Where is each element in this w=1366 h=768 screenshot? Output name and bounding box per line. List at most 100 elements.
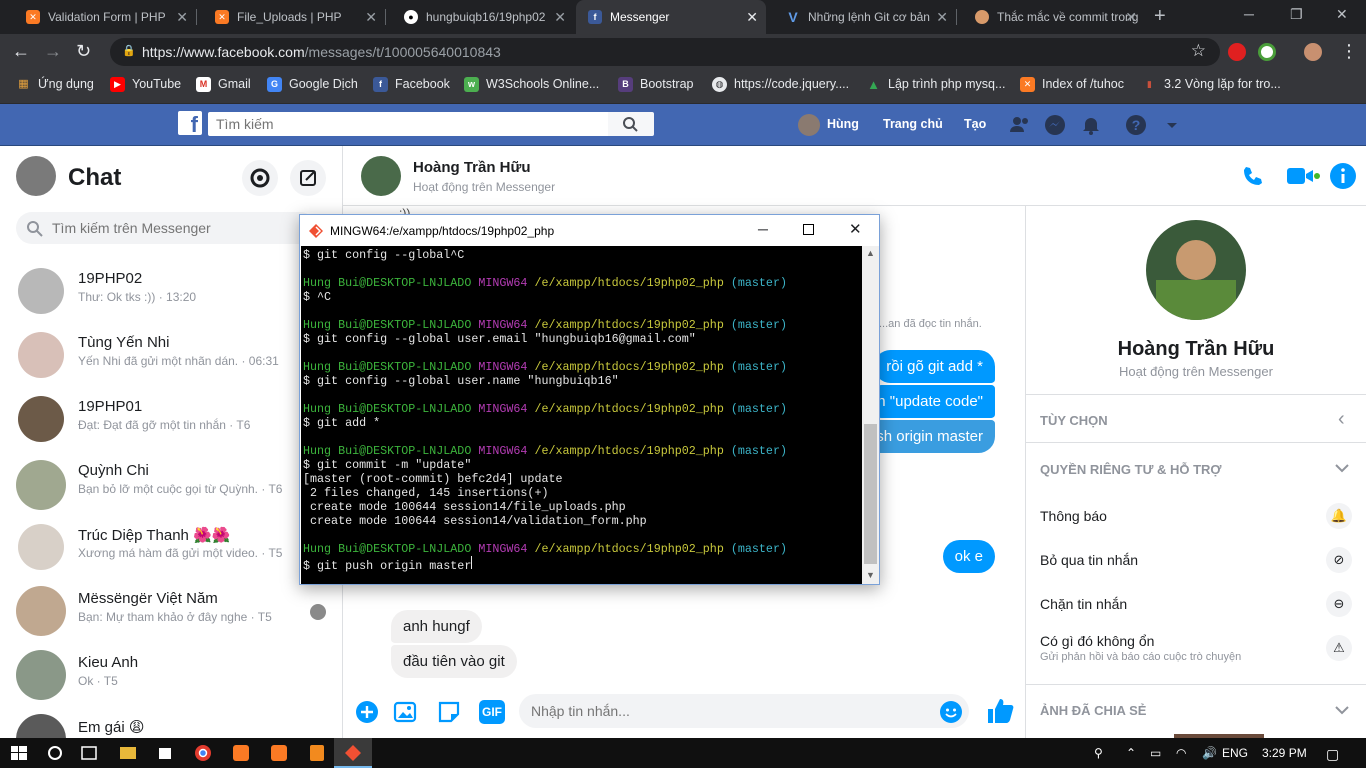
close-tab-icon[interactable]: ✕ — [176, 0, 188, 34]
tab-messenger[interactable]: f Messenger ✕ — [576, 0, 766, 34]
close-tab-icon[interactable]: ✕ — [746, 0, 758, 34]
bookmark-star-icon[interactable]: ☆ — [1191, 41, 1206, 61]
close-window-button[interactable]: ✕ — [849, 220, 862, 238]
bell-icon[interactable]: 🔔 — [1326, 503, 1352, 529]
settings-button[interactable] — [242, 160, 278, 196]
messenger-icon[interactable] — [1043, 113, 1067, 137]
shared-photos-section[interactable]: ẢNH ĐÃ CHIA SẺ — [1040, 703, 1146, 718]
like-icon[interactable] — [985, 696, 1015, 726]
bookmark-for-loop[interactable]: ▮ 3.2 Vòng lặp for tro... — [1142, 70, 1281, 104]
contact-avatar[interactable] — [361, 156, 401, 196]
minimize-window-button[interactable]: ─ — [758, 221, 768, 237]
wifi-icon[interactable]: ◠ — [1176, 746, 1186, 760]
scrollbar[interactable]: ▲ ▼ — [862, 246, 879, 584]
xampp-icon[interactable] — [260, 738, 298, 768]
help-icon[interactable]: ? — [1124, 113, 1148, 137]
outgoing-message[interactable]: sh origin master — [864, 420, 995, 453]
bookmark-php-mysql[interactable]: ▲ Lập trình php mysq... — [866, 70, 1005, 104]
emoji-icon[interactable] — [939, 700, 963, 724]
menu-icon[interactable]: ⋮ — [1340, 41, 1358, 61]
contact-name[interactable]: Hoàng Trần Hữu — [413, 159, 531, 176]
forward-icon[interactable]: → — [44, 41, 62, 61]
notifications-icon[interactable] — [1079, 113, 1103, 137]
sticker-icon[interactable] — [437, 700, 461, 724]
terminal-output[interactable]: $ git config --global^C Hung Bui@DESKTOP… — [301, 246, 862, 584]
notifications-icon[interactable]: ▢ — [1326, 746, 1339, 763]
privacy-section[interactable]: QUYỀN RIÊNG TƯ & HỖ TRỢ — [1040, 462, 1222, 477]
messenger-search-input[interactable] — [16, 212, 316, 244]
avatar[interactable] — [16, 156, 56, 196]
conversation-item[interactable]: Kieu Anh Ok · T5 — [0, 640, 342, 704]
phone-icon[interactable] — [1241, 164, 1265, 188]
tab-file-uploads[interactable]: ✕ File_Uploads | PHP ✕ — [197, 0, 385, 34]
close-window-button[interactable]: ✕ — [1336, 6, 1348, 23]
contact-avatar[interactable] — [1146, 220, 1246, 320]
new-tab-button[interactable]: + — [1154, 6, 1166, 26]
file-explorer-icon[interactable] — [108, 738, 146, 768]
user-avatar[interactable] — [798, 114, 820, 136]
bookmark-google-translate[interactable]: G Google Dịch — [267, 70, 358, 104]
conversation-item[interactable]: Mëssëngër Việt Năm Bạn: Mự tham khảo ở đ… — [0, 576, 342, 640]
photo-icon[interactable] — [393, 700, 417, 724]
profile-link[interactable]: Hùng — [827, 117, 859, 131]
xampp-icon[interactable] — [222, 738, 260, 768]
options-section[interactable]: TÙY CHỌN — [1040, 413, 1108, 428]
facebook-logo[interactable]: f — [178, 111, 202, 135]
add-icon[interactable] — [355, 700, 379, 724]
conversation-item[interactable]: Tùng Yến Nhi Yến Nhi đã gửi một nhãn dán… — [0, 320, 342, 384]
back-icon[interactable]: ← — [12, 41, 30, 61]
address-bar[interactable]: 🔒 https://www.facebook.com/messages/t/10… — [110, 38, 1220, 66]
conversation-item[interactable]: 19PHP01 Đạt: Đạt đã gỡ một tin nhắn · T6 — [0, 384, 342, 448]
tab-validation-form[interactable]: ✕ Validation Form | PHP ✕ — [8, 0, 196, 34]
new-message-button[interactable] — [290, 160, 326, 196]
info-icon[interactable] — [1329, 162, 1357, 190]
search-icon[interactable] — [36, 738, 74, 768]
outgoing-message[interactable]: rồi gõ git add * — [874, 350, 995, 383]
extension-icon[interactable] — [1258, 43, 1276, 61]
friend-requests-icon[interactable] — [1008, 113, 1032, 137]
windows-start-icon[interactable] — [0, 738, 38, 768]
ignore-messages-option[interactable]: Bỏ qua tin nhắn — [1040, 552, 1138, 568]
chevron-up-icon[interactable]: ⌃ — [1126, 746, 1136, 760]
bookmark-facebook[interactable]: f Facebook — [373, 70, 450, 104]
sublime-text-icon[interactable] — [298, 738, 336, 768]
people-icon[interactable]: ⚲ — [1094, 746, 1103, 760]
profile-avatar[interactable] — [1304, 43, 1322, 61]
bookmark-apps[interactable]: ▦ Ứng dụng — [16, 70, 94, 104]
close-tab-icon[interactable]: ✕ — [1125, 0, 1137, 34]
terminal-window[interactable]: MINGW64:/e/xampp/htdocs/19php02_php ─ ✕ … — [299, 214, 880, 585]
store-icon[interactable] — [146, 738, 184, 768]
clock[interactable]: 3:29 PM — [1262, 746, 1307, 760]
bookmark-gmail[interactable]: M Gmail — [196, 70, 251, 104]
minimize-window-button[interactable]: ─ — [1244, 6, 1254, 22]
report-option[interactable]: Có gì đó không ổn — [1040, 633, 1154, 649]
notifications-option[interactable]: Thông báo — [1040, 508, 1107, 524]
task-view-icon[interactable] — [70, 738, 108, 768]
conversation-item[interactable]: Trúc Diệp Thanh 🌺🌺 Xương má hàm đã gửi m… — [0, 512, 342, 576]
scroll-up-icon[interactable]: ▲ — [866, 248, 875, 258]
incoming-message[interactable]: đầu tiên vào git — [391, 645, 517, 678]
chrome-icon[interactable] — [184, 738, 222, 768]
chevron-down-icon[interactable] — [1334, 462, 1350, 474]
warning-icon[interactable]: ⚠ — [1326, 635, 1352, 661]
outgoing-message[interactable]: n "update code" — [865, 385, 995, 418]
reload-icon[interactable]: ↻ — [76, 41, 91, 61]
scrollbar-thumb[interactable] — [864, 424, 877, 564]
bookmark-jquery[interactable]: ◍ https://code.jquery.... — [712, 70, 849, 104]
tab-commit-question[interactable]: Thắc mắc về commit trong ✕ — [957, 0, 1145, 34]
language-indicator[interactable]: ENG — [1222, 746, 1248, 760]
git-bash-icon[interactable] — [334, 738, 372, 768]
terminal-title-bar[interactable]: MINGW64:/e/xampp/htdocs/19php02_php ─ ✕ — [300, 215, 879, 246]
close-tab-icon[interactable]: ✕ — [936, 0, 948, 34]
home-link[interactable]: Trang chủ — [883, 117, 943, 131]
bookmark-w3schools[interactable]: w W3Schools Online... — [464, 70, 599, 104]
search-button[interactable] — [608, 112, 654, 136]
chevron-down-icon[interactable] — [1334, 704, 1350, 716]
facebook-search-input[interactable] — [208, 112, 608, 136]
gif-button[interactable]: GIF — [479, 700, 505, 724]
scroll-down-icon[interactable]: ▼ — [866, 570, 875, 580]
message-input[interactable] — [519, 694, 969, 728]
incoming-message[interactable]: anh hungf — [391, 610, 482, 643]
maximize-window-button[interactable] — [803, 224, 814, 235]
bookmark-index-tuhoc[interactable]: ✕ Index of /tuhoc — [1020, 70, 1124, 104]
